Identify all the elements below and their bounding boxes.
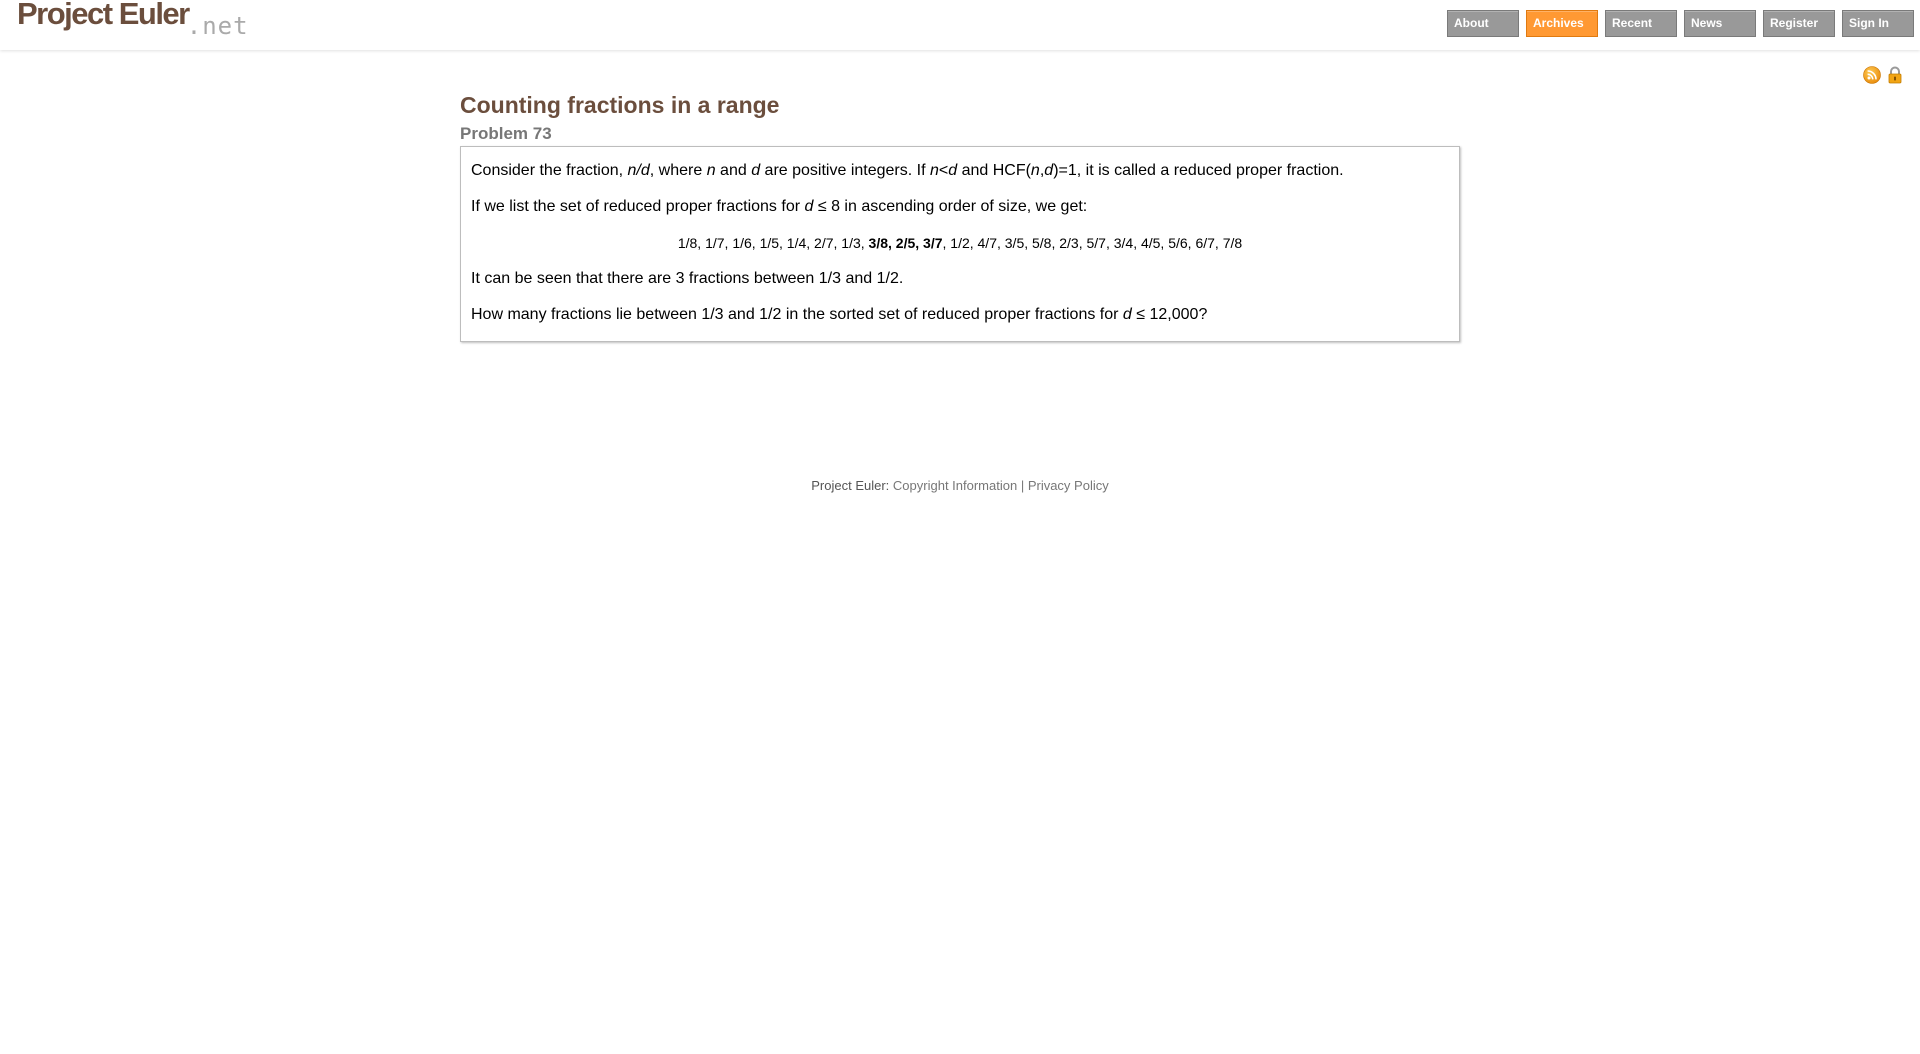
fraction-list: 1/8, 1/7, 1/6, 1/5, 1/4, 2/7, 1/3, 3/8, … — [471, 233, 1449, 253]
nav-recent-button[interactable]: Recent — [1605, 10, 1677, 37]
math-var: n — [706, 162, 716, 179]
problem-paragraph: Consider the fraction, n/d, where n and … — [471, 161, 1449, 181]
text: , where — [649, 162, 707, 179]
logo-text: Project Euler — [17, 0, 190, 31]
math-var: d — [751, 162, 761, 179]
rss-icon[interactable] — [1863, 66, 1881, 84]
footer-prefix: Project Euler: — [811, 478, 893, 493]
text: How many fractions lie between 1/3 and 1… — [471, 306, 1123, 323]
text: and HCF( — [957, 162, 1031, 179]
fraction-list-start: 1/8, 1/7, 1/6, 1/5, 1/4, 2/7, 1/3, — [677, 235, 869, 251]
math-var: d — [948, 162, 958, 179]
nav-register-button[interactable]: Register — [1763, 10, 1835, 37]
site-footer: Project Euler: Copyright Information | P… — [0, 478, 1920, 493]
nav-signin-button[interactable]: Sign In — [1842, 10, 1914, 37]
math-var: d — [1122, 306, 1132, 323]
text: If we list the set of reduced proper fra… — [471, 198, 805, 215]
footer-separator: | — [1017, 478, 1028, 493]
site-header: Project Euler.net About Archives Recent … — [0, 0, 1920, 50]
problem-number: Problem 73 — [460, 124, 552, 143]
fraction-list-highlight: 3/8, 2/5, 3/7 — [868, 235, 943, 251]
problem-question: How many fractions lie between 1/3 and 1… — [471, 305, 1449, 325]
problem-title: Counting fractions in a range — [460, 92, 780, 118]
site-logo[interactable]: Project Euler.net — [17, 0, 249, 40]
text: Consider the fraction, — [471, 162, 628, 179]
copyright-link[interactable]: Copyright Information — [893, 478, 1017, 493]
text: ≤ 12,000? — [1131, 306, 1208, 323]
problem-paragraph: It can be seen that there are 3 fraction… — [471, 270, 904, 287]
math-op: < — [938, 162, 949, 179]
problem-statement: Consider the fraction, n/d, where n and … — [460, 146, 1460, 342]
info-icons — [1863, 66, 1904, 84]
problem-content: Counting fractions in a range Problem 73… — [460, 90, 1460, 342]
problem-paragraph: If we list the set of reduced proper fra… — [471, 197, 1449, 217]
nav-archives-button[interactable]: Archives — [1526, 10, 1598, 37]
lock-icon[interactable] — [1886, 66, 1904, 84]
text: )=1, it is called a reduced proper fract… — [1053, 162, 1344, 179]
math-var: n/d — [627, 162, 650, 179]
logo-suffix: .net — [186, 12, 249, 40]
main-nav: About Archives Recent News Register Sign… — [1447, 10, 1914, 37]
fraction-list-end: , 1/2, 4/7, 3/5, 5/8, 2/3, 5/7, 3/4, 4/5… — [942, 235, 1243, 251]
math-var: n — [1030, 162, 1040, 179]
math-var: n — [929, 162, 939, 179]
text: and — [715, 162, 752, 179]
text: are positive integers. If — [760, 162, 930, 179]
nav-news-button[interactable]: News — [1684, 10, 1756, 37]
text: ≤ 8 in ascending order of size, we get: — [813, 198, 1088, 215]
privacy-link[interactable]: Privacy Policy — [1028, 478, 1109, 493]
math-var: d — [1044, 162, 1054, 179]
nav-about-button[interactable]: About — [1447, 10, 1519, 37]
